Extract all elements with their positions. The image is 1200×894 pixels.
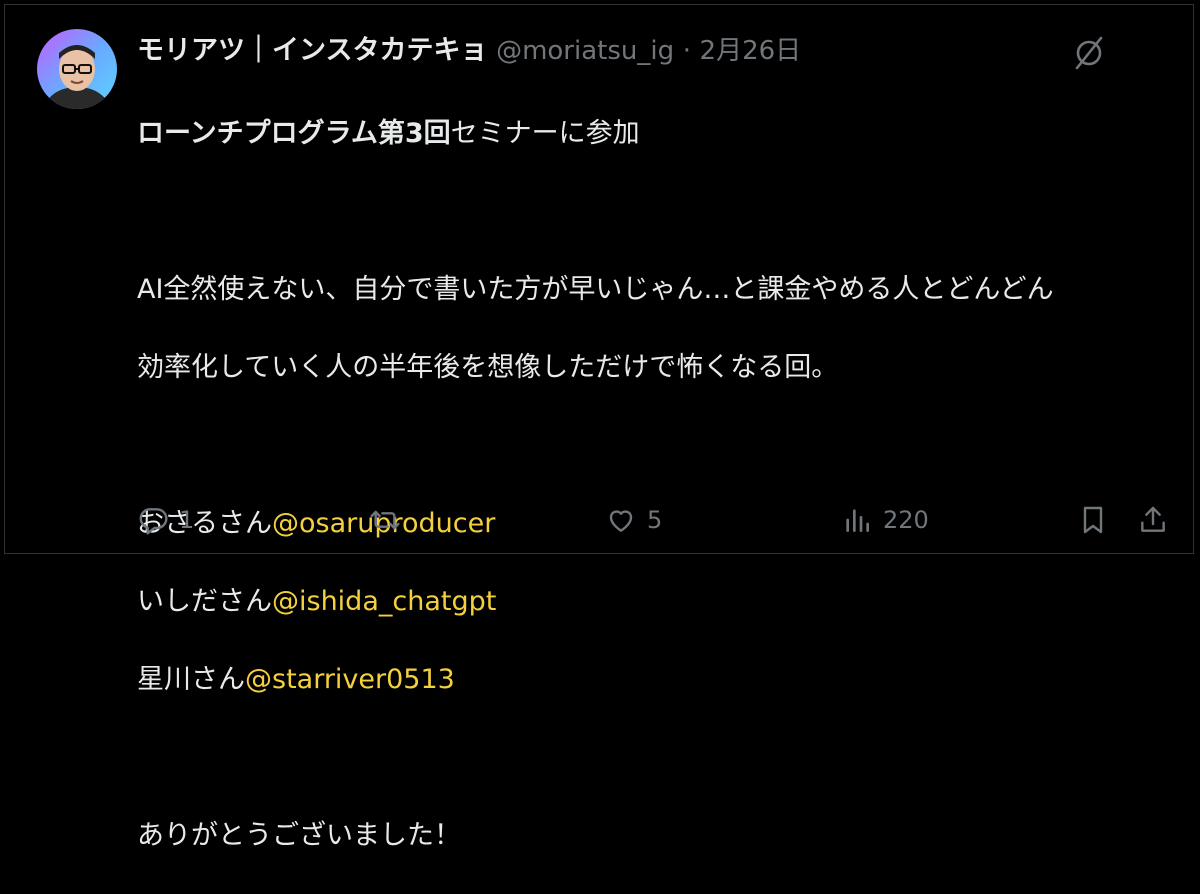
retweet-icon bbox=[370, 510, 400, 530]
reply-count: 1 bbox=[179, 506, 195, 534]
text-line-2: AI全然使えない、自分で書いた方が早いじゃん…と課金やめる人とどんどん bbox=[137, 274, 1054, 305]
share-button[interactable] bbox=[1137, 500, 1169, 540]
line1-rest: セミナーに参加 bbox=[450, 118, 640, 149]
user-handle[interactable]: @moriatsu_ig bbox=[496, 36, 674, 66]
reply-icon bbox=[139, 508, 168, 535]
tweet-text: ローンチプログラム第3回セミナーに参加 AI全然使えない、自分で書いた方が早いじ… bbox=[137, 75, 1177, 894]
mention-link[interactable]: @ishida_chatgpt bbox=[272, 586, 496, 617]
program-name: ローンチプログラム bbox=[137, 118, 378, 149]
thanks-line-3: 星川さん@starriver0513 bbox=[137, 660, 1177, 699]
session-number: 第3回 bbox=[377, 118, 451, 149]
bookmark-icon bbox=[1083, 506, 1103, 534]
bookmark-button[interactable] bbox=[1077, 500, 1109, 540]
grok-icon[interactable] bbox=[1069, 33, 1109, 73]
like-count: 5 bbox=[647, 506, 663, 534]
retweet-button[interactable] bbox=[369, 500, 411, 540]
views-icon bbox=[846, 509, 869, 532]
views-button[interactable]: 220 bbox=[841, 500, 929, 540]
tweet-card: モリアツ｜インスタカテキョ @moriatsu_ig · 2月26日 ローンチプ… bbox=[4, 4, 1194, 851]
closing-line: ありがとうございました！ bbox=[137, 820, 461, 851]
reply-button[interactable]: 1 bbox=[137, 500, 194, 540]
text-line-3: 効率化していく人の半年後を想像しただけで怖くなる回。 bbox=[137, 352, 839, 383]
mention-link[interactable]: @starriver0513 bbox=[245, 664, 455, 695]
text-line-1: ローンチプログラム第3回セミナーに参加 bbox=[137, 114, 1177, 153]
like-icon bbox=[609, 510, 633, 532]
share-icon bbox=[1141, 506, 1165, 532]
thanks-prefix: 星川さん bbox=[137, 664, 245, 695]
tweet-header: モリアツ｜インスタカテキョ @moriatsu_ig · 2月26日 bbox=[137, 31, 1093, 71]
thanks-prefix: いしださん bbox=[137, 586, 272, 617]
views-count: 220 bbox=[883, 506, 929, 534]
action-bar: 1 5 220 bbox=[137, 500, 1177, 540]
thanks-line-2: いしださん@ishida_chatgpt bbox=[137, 582, 1177, 621]
post-date[interactable]: 2月26日 bbox=[700, 36, 802, 66]
avatar[interactable] bbox=[37, 29, 117, 109]
display-name[interactable]: モリアツ｜インスタカテキョ bbox=[137, 35, 487, 66]
like-button[interactable]: 5 bbox=[605, 500, 662, 540]
separator-dot: · bbox=[682, 36, 691, 66]
